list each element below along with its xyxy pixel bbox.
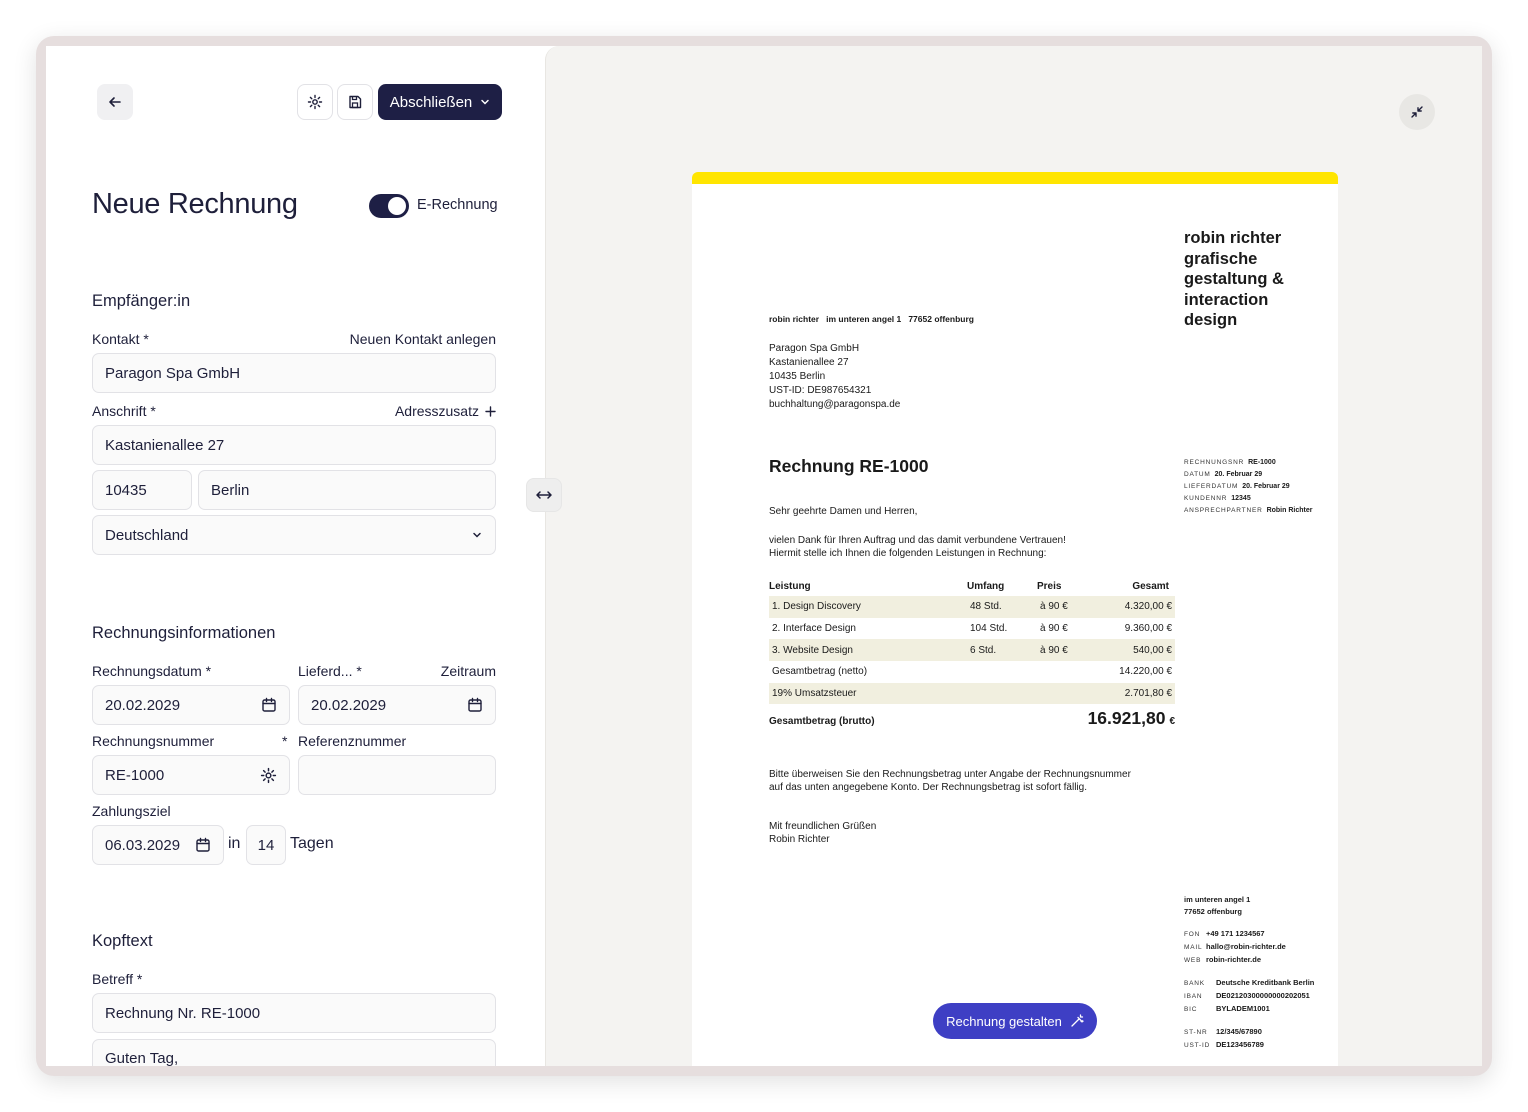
app-window: Abschließen Neue Rechnung E-Rechnung Emp… xyxy=(46,46,1482,1066)
invoice-footer: im unteren angel 1 77652 offenburg FON +4… xyxy=(1184,895,1315,1049)
in-label: in xyxy=(228,835,241,852)
panel-resize-handle[interactable] xyxy=(526,478,562,512)
reference-number-label: Referenznummer xyxy=(298,733,407,749)
reference-number-input[interactable] xyxy=(298,755,496,795)
country-select[interactable]: Deutschland xyxy=(92,515,496,555)
payment-note: Bitte überweisen Sie den Rechnungsbetrag… xyxy=(769,769,1131,793)
settings-button[interactable] xyxy=(297,84,333,120)
chevron-down-icon xyxy=(481,99,490,105)
calendar-icon[interactable] xyxy=(261,697,277,713)
preview-panel: robin richter grafische gestaltung & int… xyxy=(545,46,1482,1066)
table-row: 2. Interface Design 104 Std. à 90 € 9.36… xyxy=(772,623,1172,635)
days-label: Tagen xyxy=(290,835,334,852)
brand-name: robin richter grafische gestaltung & int… xyxy=(1184,229,1284,329)
chevron-down-icon xyxy=(473,532,481,538)
greeting: Sehr geehrte Damen und Herren, xyxy=(769,506,918,517)
magic-wand-icon xyxy=(1071,1014,1084,1027)
subject-input[interactable]: Rechnung Nr. RE-1000 xyxy=(92,993,496,1033)
intro-text: vielen Dank für Ihren Auftrag und das da… xyxy=(769,535,1066,559)
table-row: 1. Design Discovery 48 Std. à 90 € 4.320… xyxy=(769,596,1175,618)
e-invoice-label: E-Rechnung xyxy=(417,197,498,213)
collapse-button[interactable] xyxy=(1399,94,1435,130)
closing: Mit freundlichen Grüßen Robin Richter xyxy=(769,821,877,845)
arrows-horizontal-icon xyxy=(536,491,552,499)
header-text-section-title: Kopftext xyxy=(92,932,153,950)
header-body-textarea[interactable]: Guten Tag, xyxy=(92,1039,496,1066)
delivery-date-input[interactable]: 20.02.2029 xyxy=(298,685,496,725)
save-button[interactable] xyxy=(337,84,373,120)
days-input[interactable]: 14 xyxy=(246,825,286,865)
recipient-section-title: Empfänger:in xyxy=(92,292,191,310)
recipient-address: Paragon Spa GmbH Kastanienallee 27 10435… xyxy=(769,343,901,410)
calendar-icon[interactable] xyxy=(467,697,483,713)
subject-label: Betreff * xyxy=(92,971,143,987)
net-total-row: Gesamtbetrag (netto) 14.220,00 € xyxy=(772,666,1172,678)
gross-total: Gesamtbetrag (brutto) 16.921,80 € xyxy=(769,708,1175,728)
address-extra-link[interactable]: Adresszusatz xyxy=(395,403,496,419)
city-input[interactable]: Berlin xyxy=(198,470,496,510)
page-title: Neue Rechnung xyxy=(92,188,298,220)
sender-line: robin richter im unteren angel 1 77652 o… xyxy=(769,314,974,324)
invoice-meta: RECHNUNGSNR RE-1000 DATUM 20. Februar 29 L… xyxy=(1184,459,1313,514)
address-label: Anschrift * xyxy=(92,403,156,419)
gear-icon xyxy=(307,94,323,110)
delivery-date-label: Lieferd... * xyxy=(298,663,362,679)
street-input[interactable]: Kastanienallee 27 xyxy=(92,425,496,465)
invoice-date-input[interactable]: 20.02.2029 xyxy=(92,685,290,725)
gear-icon[interactable] xyxy=(260,767,277,784)
invoice-paper: robin richter grafische gestaltung & int… xyxy=(692,172,1338,1066)
invoice-title: Rechnung RE-1000 xyxy=(769,456,929,476)
arrow-left-icon xyxy=(109,97,121,107)
calendar-icon[interactable] xyxy=(195,837,211,853)
save-icon xyxy=(349,95,362,109)
editor-panel: Abschließen Neue Rechnung E-Rechnung Emp… xyxy=(46,46,546,1066)
period-link[interactable]: Zeitraum xyxy=(441,663,496,679)
tax-row: 19% Umsatzsteuer 2.701,80 € xyxy=(769,682,1175,705)
e-invoice-toggle[interactable] xyxy=(369,194,409,218)
due-label: Zahlungsziel xyxy=(92,803,171,819)
invoice-number-input[interactable]: RE-1000 xyxy=(92,755,290,795)
finish-button[interactable]: Abschließen xyxy=(378,84,502,120)
contact-input[interactable]: Paragon Spa GmbH xyxy=(92,353,496,393)
due-date-input[interactable]: 06.03.2029 xyxy=(92,825,224,865)
table-header-row: Leistung Umfang Preis Gesamt xyxy=(769,580,1169,592)
plus-icon xyxy=(485,405,496,417)
invoice-number-label: Rechnungsnummer xyxy=(92,733,215,749)
contact-label: Kontakt * xyxy=(92,331,149,347)
collapse-icon xyxy=(1411,106,1423,118)
new-contact-link[interactable]: Neuen Kontakt anlegen xyxy=(350,331,496,347)
invoice-number-required: * xyxy=(282,733,288,749)
back-button[interactable] xyxy=(97,84,133,120)
finish-button-label: Abschließen xyxy=(389,93,473,111)
invoice-info-section-title: Rechnungsinformationen xyxy=(92,624,276,642)
line-items-table: Leistung Umfang Preis Gesamt 1. Design D… xyxy=(769,576,1175,705)
table-row: 3. Website Design 6 Std. à 90 € 540,00 € xyxy=(769,639,1175,662)
invoice-date-label: Rechnungsdatum * xyxy=(92,663,212,679)
design-invoice-button[interactable]: Rechnung gestalten xyxy=(933,1003,1097,1039)
zip-input[interactable]: 10435 xyxy=(92,470,192,510)
